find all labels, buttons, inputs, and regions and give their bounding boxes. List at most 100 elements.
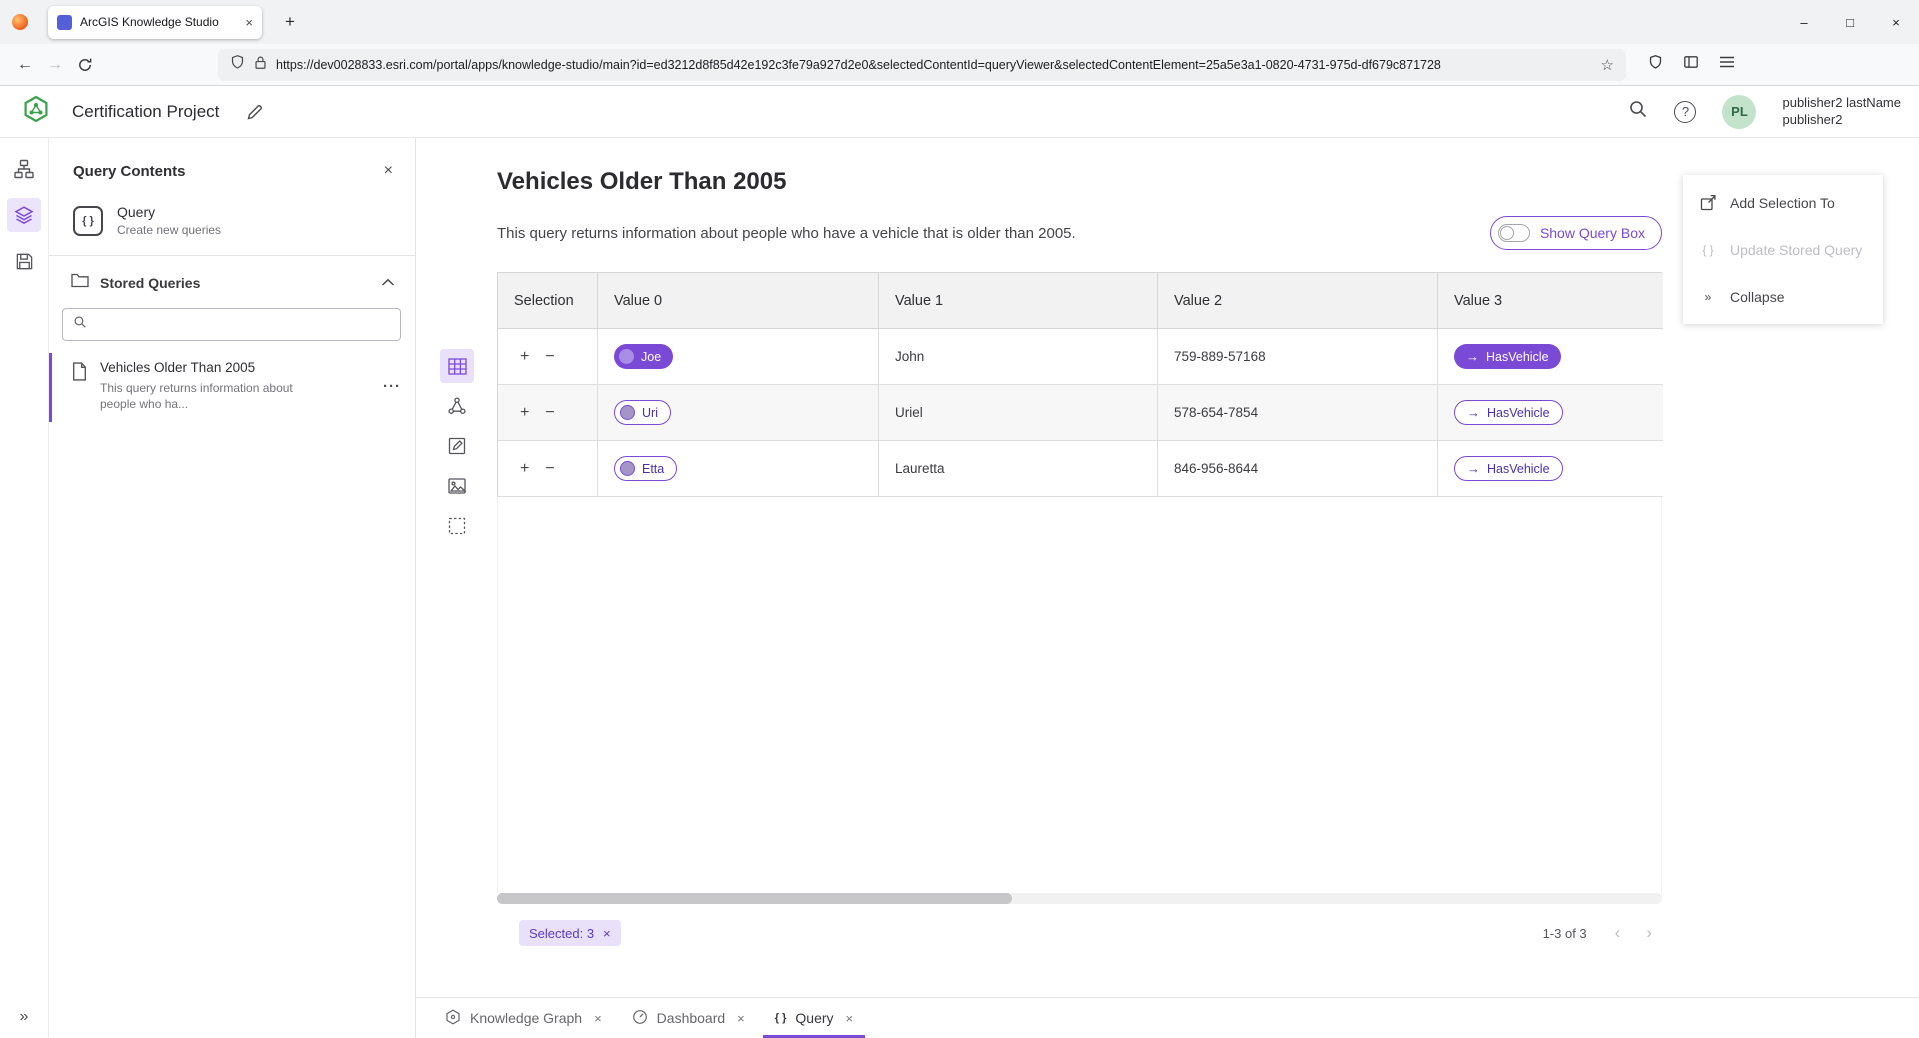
column-header: Value 2 <box>1158 273 1438 329</box>
item-options-icon[interactable]: ··· <box>383 378 401 395</box>
table-view-icon[interactable] <box>440 349 474 383</box>
tab-knowledge-graph[interactable]: Knowledge Graph × <box>430 998 617 1038</box>
browser-tab[interactable]: ArcGIS Knowledge Studio × <box>48 6 262 39</box>
stored-queries-title: Stored Queries <box>100 275 370 291</box>
toggle-switch[interactable] <box>1498 224 1530 242</box>
stored-query-description: This query returns information about peo… <box>100 380 312 412</box>
arcgis-knowledge-logo <box>22 95 50 128</box>
browser-tab-bar: ArcGIS Knowledge Studio × + – □ × <box>0 0 1919 44</box>
relationship-pill[interactable]: →HasVehicle <box>1454 400 1563 425</box>
avatar[interactable]: PL <box>1722 95 1756 129</box>
user-info[interactable]: publisher2 lastName publisher2 <box>1782 95 1901 129</box>
privacy-shield-icon[interactable] <box>1648 54 1663 75</box>
window-close-button[interactable]: × <box>1873 0 1919 44</box>
data-model-icon[interactable] <box>7 152 41 186</box>
menu-item-collapse[interactable]: » Collapse <box>1683 273 1883 320</box>
add-to-selection-icon[interactable]: + <box>520 404 529 422</box>
save-icon[interactable] <box>7 244 41 278</box>
selection-box-icon[interactable] <box>440 509 474 543</box>
collapse-icon: » <box>1699 290 1717 304</box>
edit-view-icon[interactable] <box>440 429 474 463</box>
relationship-arrow-icon: → <box>1467 405 1480 420</box>
stored-queries-search[interactable] <box>62 308 401 341</box>
hamburger-menu-icon[interactable] <box>1719 55 1735 74</box>
edit-title-button[interactable] <box>241 98 269 126</box>
tab-close-icon[interactable]: × <box>245 15 253 30</box>
help-icon[interactable]: ? <box>1674 101 1696 123</box>
contents-layers-icon[interactable] <box>7 198 41 232</box>
horizontal-scrollbar <box>497 893 1662 904</box>
query-braces-icon: { } <box>775 1012 787 1024</box>
reload-button[interactable] <box>70 50 100 80</box>
show-query-box-toggle[interactable]: Show Query Box <box>1490 216 1662 250</box>
tab-dashboard[interactable]: Dashboard × <box>617 998 760 1038</box>
table-cell: 759-889-57168 <box>1158 329 1438 385</box>
entity-pill[interactable]: Etta <box>614 456 677 481</box>
selected-count-label: Selected: 3 <box>529 926 594 941</box>
relationship-arrow-icon: → <box>1466 349 1479 364</box>
sidebar-toggle-icon[interactable] <box>1683 54 1699 75</box>
browser-tab-title: ArcGIS Knowledge Studio <box>80 15 237 29</box>
panel-close-icon[interactable]: × <box>384 162 393 180</box>
results-table: Selection Value 0 Value 1 Value 2 Value … <box>497 272 1662 946</box>
new-tab-button[interactable]: + <box>276 8 304 36</box>
remove-from-selection-icon[interactable]: − <box>545 460 554 478</box>
search-icon[interactable] <box>1628 99 1648 124</box>
url-text[interactable]: https://dev0028833.esri.com/portal/apps/… <box>276 58 1592 72</box>
new-query-subtitle: Create new queries <box>117 223 221 237</box>
collapse-section-chevron-icon[interactable] <box>381 274 395 292</box>
search-input-icon <box>73 315 87 334</box>
tracking-shield-icon[interactable] <box>230 54 245 75</box>
table-row-selection: +− <box>498 329 598 385</box>
main-area: Vehicles Older Than 2005 This query retu… <box>416 138 1919 1038</box>
firefox-icon <box>12 14 28 30</box>
relationship-pill[interactable]: →HasVehicle <box>1454 344 1561 369</box>
expand-strip-icon[interactable]: » <box>20 1008 29 1026</box>
close-tab-icon[interactable]: × <box>737 1011 745 1026</box>
add-selection-to-icon <box>1699 194 1717 211</box>
entity-pill[interactable]: Uri <box>614 400 671 425</box>
search-input[interactable] <box>95 317 390 332</box>
menu-item-add-selection-to[interactable]: Add Selection To <box>1683 179 1883 226</box>
lock-icon[interactable] <box>254 55 267 75</box>
user-name: publisher2 lastName <box>1782 95 1901 110</box>
close-tab-icon[interactable]: × <box>594 1011 602 1026</box>
column-header: Value 3 <box>1438 273 1663 329</box>
table-empty-space <box>497 497 1662 893</box>
selection-context-menu: Add Selection To { } Update Stored Query… <box>1683 175 1883 324</box>
tab-query[interactable]: { } Query × <box>760 998 868 1038</box>
column-header: Value 0 <box>598 273 879 329</box>
clear-selection-icon[interactable]: × <box>603 926 611 941</box>
previous-page-icon: ‹ <box>1615 923 1621 943</box>
url-bar[interactable]: https://dev0028833.esri.com/portal/apps/… <box>218 49 1626 81</box>
left-icon-strip: » <box>0 138 49 1038</box>
user-login: publisher2 <box>1782 112 1842 127</box>
panel-title: Query Contents <box>73 163 384 180</box>
new-query-item[interactable]: { } Query Create new queries <box>49 196 415 255</box>
bookmark-star-icon[interactable]: ☆ <box>1601 56 1614 74</box>
remove-from-selection-icon[interactable]: − <box>545 404 554 422</box>
add-to-selection-icon[interactable]: + <box>520 460 529 478</box>
add-to-selection-icon[interactable]: + <box>520 348 529 366</box>
table-cell: John <box>879 329 1158 385</box>
pagination-range: 1-3 of 3 <box>1543 926 1587 941</box>
page-description: This query returns information about peo… <box>497 225 1490 242</box>
window-maximize-button[interactable]: □ <box>1827 0 1873 44</box>
menu-item-update-stored-query: { } Update Stored Query <box>1683 226 1883 273</box>
show-query-box-label: Show Query Box <box>1540 225 1645 241</box>
remove-from-selection-icon[interactable]: − <box>545 348 554 366</box>
close-tab-icon[interactable]: × <box>846 1011 854 1026</box>
query-contents-panel: Query Contents × { } Query Create new qu… <box>49 138 416 1038</box>
entity-pill[interactable]: Joe <box>614 344 673 369</box>
query-braces-icon: { } <box>73 206 103 236</box>
link-chart-view-icon[interactable] <box>440 389 474 423</box>
back-button[interactable]: ← <box>10 50 40 80</box>
column-header: Value 1 <box>879 273 1158 329</box>
map-view-icon[interactable] <box>440 469 474 503</box>
scrollbar-thumb[interactable] <box>497 893 1012 904</box>
relationship-pill[interactable]: →HasVehicle <box>1454 456 1563 481</box>
forward-button: → <box>40 50 70 80</box>
window-minimize-button[interactable]: – <box>1781 0 1827 44</box>
browser-nav-bar: ← → https://dev0028833.esri.com/portal/a… <box>0 44 1919 86</box>
stored-query-item[interactable]: Vehicles Older Than 2005 This query retu… <box>49 353 415 422</box>
